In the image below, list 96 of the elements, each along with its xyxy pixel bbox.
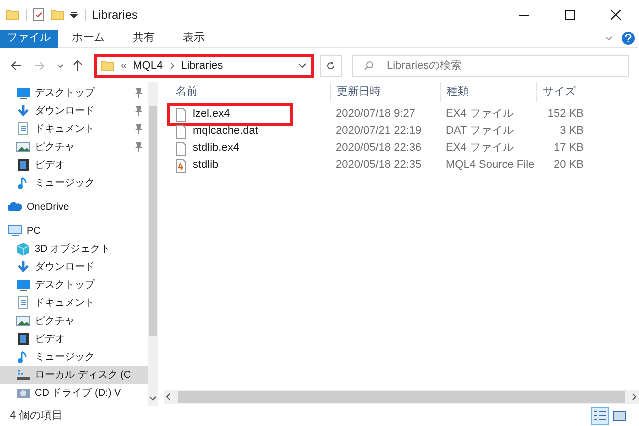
ribbon-tab[interactable]: ホーム (58, 30, 119, 48)
file-icon (176, 142, 187, 156)
film-icon (16, 332, 31, 346)
navigation-item[interactable]: ドキュメント (0, 120, 148, 138)
pin-icon (134, 106, 144, 116)
chevron-down-icon (56, 64, 64, 68)
file-size-cell-text: 3 KB (559, 124, 585, 140)
minimize-icon (519, 14, 529, 16)
dropdown-icon (298, 63, 307, 69)
file-icon (176, 124, 187, 138)
date-modified-cell-text: 2020/07/21 22:19 (335, 124, 423, 140)
monitor-icon (16, 86, 31, 100)
column-header[interactable]: 更新日時 (330, 82, 440, 102)
file-icon (176, 108, 187, 122)
breadcrumb-separator-icon (169, 62, 176, 70)
details-view-button[interactable] (591, 407, 609, 425)
disc-drive-icon (16, 386, 31, 400)
navigation-item[interactable]: ビデオ (0, 156, 148, 174)
date-modified-cell-text: 2020/07/18 9:27 (335, 107, 417, 122)
navigation-item[interactable]: ダウンロード (0, 102, 148, 120)
script-file-icon (176, 158, 187, 172)
navigation-item[interactable]: OneDrive (0, 198, 148, 216)
address-bar[interactable]: « MQL4 Libraries (94, 54, 314, 78)
left-arrow-icon (10, 60, 22, 72)
breadcrumb[interactable]: Libraries (181, 58, 224, 74)
download-icon (16, 260, 31, 274)
document-icon (16, 122, 31, 136)
navigation-item[interactable]: PC (0, 222, 148, 240)
picture-icon (16, 314, 31, 328)
breadcrumb[interactable]: MQL4 (133, 58, 164, 74)
file-name-cell[interactable]: stdlib.ex4 (170, 140, 290, 157)
window-title: Libraries (92, 7, 138, 24)
computer-icon (8, 224, 23, 238)
navigation-item[interactable]: ピクチャ (0, 312, 148, 330)
file-size-cell-text: 17 KB (553, 141, 585, 156)
help-icon[interactable] (622, 32, 635, 45)
download-icon (16, 104, 31, 118)
film-icon (16, 158, 31, 172)
folder-icon (101, 60, 115, 72)
folder-icon (51, 9, 65, 21)
properties-icon (33, 8, 45, 22)
expand-ribbon-icon (604, 34, 614, 42)
overflow-chevron[interactable]: « (121, 58, 128, 74)
close-icon (611, 10, 621, 20)
file-name-cell[interactable]: stdlib (170, 157, 290, 174)
navigation-item[interactable]: ピクチャ (0, 138, 148, 156)
navigation-item[interactable]: ミュージック (0, 348, 148, 366)
maximize-icon (565, 10, 575, 20)
navigation-item[interactable]: 3D オブジェクト (0, 240, 148, 258)
navigation-item[interactable]: ミュージック (0, 174, 148, 192)
window-icon (612, 409, 628, 423)
file-type-cell-text: MQL4 Source File (445, 158, 536, 174)
navigation-item[interactable]: デスクトップ (0, 276, 148, 294)
column-header[interactable]: 種類 (440, 82, 536, 102)
right-arrow-icon (34, 60, 46, 72)
ribbon-tab[interactable]: 共有 (119, 30, 169, 48)
pin-icon (134, 88, 144, 98)
file-name-cell[interactable]: lzel.ex4 (170, 106, 290, 123)
scrollbar-thumb[interactable] (178, 391, 625, 403)
cloud-icon (8, 200, 23, 214)
date-modified-cell-text: 2020/05/18 22:36 (335, 141, 423, 156)
navigation-item[interactable]: ダウンロード (0, 258, 148, 276)
date-modified-cell-text: 2020/05/18 22:35 (335, 158, 423, 174)
navigation-item[interactable]: デスクトップ (0, 84, 148, 102)
navigation-item[interactable]: ローカル ディスク (C (0, 366, 148, 384)
cube-icon (16, 242, 31, 256)
item-count: 4 個の項目 (10, 408, 64, 424)
search-field[interactable]: Librariesの検索 (352, 55, 629, 77)
navigation-item[interactable]: CD ドライブ (D:) V (0, 384, 148, 402)
pin-icon (134, 142, 144, 152)
file-name-cell[interactable]: mqlcache.dat (170, 123, 290, 140)
column-header[interactable]: 名前 (164, 82, 330, 102)
list-icon (592, 409, 608, 423)
navigation-item[interactable]: ビデオ (0, 330, 148, 348)
up-arrow-icon (73, 60, 83, 72)
pin-icon (134, 124, 144, 134)
scroll-down-icon[interactable] (149, 396, 157, 402)
dropdown-icon (69, 10, 79, 20)
picture-icon (16, 140, 31, 154)
search-icon (364, 61, 374, 71)
ribbon-tab[interactable]: 表示 (169, 30, 219, 48)
column-header[interactable]: サイズ (536, 82, 588, 102)
file-tab[interactable]: ファイル (0, 30, 58, 48)
refresh-button[interactable] (320, 55, 342, 77)
file-type-cell-text: EX4 ファイル (445, 107, 515, 122)
drive-icon (16, 368, 31, 382)
scrollbar-thumb[interactable] (149, 106, 157, 336)
file-type-cell-text: EX4 ファイル (445, 141, 515, 156)
file-type-cell-text: DAT ファイル (445, 124, 516, 140)
file-size-cell-text: 152 KB (546, 107, 585, 122)
folder-icon (6, 9, 20, 21)
monitor-icon (16, 278, 31, 292)
document-icon (16, 296, 31, 310)
navigation-item[interactable]: ドキュメント (0, 294, 148, 312)
file-size-cell-text: 20 KB (553, 158, 585, 174)
refresh-icon (326, 61, 336, 71)
